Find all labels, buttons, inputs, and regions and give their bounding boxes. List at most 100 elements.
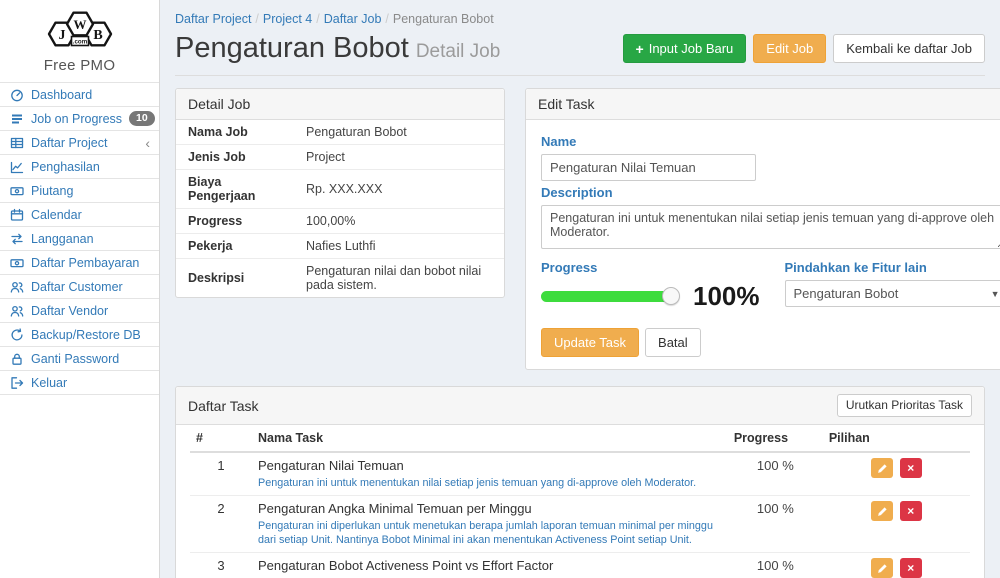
close-icon: × <box>907 462 914 474</box>
sort-priority-button-top[interactable]: Urutkan Prioritas Task <box>837 394 972 417</box>
table-icon <box>9 136 24 150</box>
task-row-name: Pengaturan Bobot Activeness Point vs Eff… <box>258 558 722 573</box>
sidebar-item-dashboard[interactable]: Dashboard <box>0 83 159 107</box>
sidebar-item-label: Daftar Pembayaran <box>31 256 139 270</box>
pencil-icon <box>877 463 888 474</box>
detail-job-panel-heading: Detail Job <box>176 89 504 120</box>
sidebar-item-label: Piutang <box>31 184 73 198</box>
table-row: 1 Pengaturan Nilai Temuan Pengaturan ini… <box>190 452 970 496</box>
lock-icon <box>9 352 24 366</box>
app-logo[interactable]: J W B .com Free PMO <box>0 0 159 82</box>
edit-task-row-button[interactable] <box>871 501 893 521</box>
detail-job-row: Nama Job Pengaturan Bobot <box>176 120 504 145</box>
task-row-name: Pengaturan Angka Minimal Temuan per Ming… <box>258 501 722 516</box>
detail-job-row: Deskripsi Pengaturan nilai dan bobot nil… <box>176 259 504 298</box>
sidebar-item-label: Keluar <box>31 376 67 390</box>
progress-column: Progress 100% <box>541 256 760 312</box>
detail-job-row: Pekerja Nafies Luthfi <box>176 234 504 259</box>
task-description-textarea[interactable]: Pengaturan ini untuk menentukan nilai se… <box>541 205 1000 249</box>
detail-row-value: 100,00% <box>294 209 504 234</box>
detail-row-label: Nama Job <box>176 120 294 145</box>
detail-row-value: Project <box>294 145 504 170</box>
calendar-icon <box>9 208 24 222</box>
sidebar-item-keluar[interactable]: Keluar <box>0 371 159 395</box>
breadcrumb-link[interactable]: Project 4 <box>263 12 312 26</box>
task-row-number: 2 <box>190 496 252 553</box>
sidebar-item-piutang[interactable]: Piutang <box>0 179 159 203</box>
task-name-input[interactable] <box>541 154 756 181</box>
breadcrumb: Daftar Project/Project 4/Daftar Job/Peng… <box>175 6 985 28</box>
sidebar-item-label: Langganan <box>31 232 94 246</box>
sidebar-item-label: Daftar Project <box>31 136 107 150</box>
progress-slider-fill <box>541 291 673 302</box>
task-row-actions: × <box>823 452 970 496</box>
detail-row-label: Progress <box>176 209 294 234</box>
sidebar-item-daftar-pembayaran[interactable]: Daftar Pembayaran <box>0 251 159 275</box>
detail-job-panel: Detail Job Nama Job Pengaturan Bobot Jen… <box>175 88 505 298</box>
edit-task-row-button[interactable] <box>871 558 893 578</box>
sidebar-item-daftar-vendor[interactable]: Daftar Vendor <box>0 299 159 323</box>
sidebar-item-calendar[interactable]: Calendar <box>0 203 159 227</box>
batal-button[interactable]: Batal <box>645 328 701 357</box>
daftar-task-panel-heading: Daftar Task Urutkan Prioritas Task <box>176 387 984 425</box>
sidebar-item-penghasilan[interactable]: Penghasilan <box>0 155 159 179</box>
name-label: Name <box>541 134 1000 149</box>
col-header-progress: Progress <box>728 425 823 452</box>
sidebar-item-label: Dashboard <box>31 88 92 102</box>
money-icon <box>9 256 24 270</box>
panels-row: Detail Job Nama Job Pengaturan Bobot Jen… <box>175 88 985 370</box>
page-title-text: Pengaturan Bobot <box>175 32 409 64</box>
detail-row-label: Deskripsi <box>176 259 294 298</box>
detail-row-value: Pengaturan Bobot <box>294 120 504 145</box>
task-row-progress: 100 % <box>728 452 823 496</box>
sidebar: J W B .com Free PMO Dashboard Job on Pro… <box>0 0 160 578</box>
description-label: Description <box>541 185 1000 200</box>
sidebar-item-ganti-password[interactable]: Ganti Password <box>0 347 159 371</box>
delete-task-row-button[interactable]: × <box>900 558 922 578</box>
task-row-description: Pengaturan ini untuk menentukan nilai se… <box>258 476 722 490</box>
task-row-actions: × <box>823 496 970 553</box>
progress-slider-handle[interactable] <box>662 287 680 305</box>
task-table-header-row: # Nama Task Progress Pilihan <box>190 425 970 452</box>
pencil-icon <box>877 506 888 517</box>
delete-task-row-button[interactable]: × <box>900 458 922 478</box>
svg-text:J: J <box>58 28 65 43</box>
sidebar-item-label: Ganti Password <box>31 352 119 366</box>
task-table-body: 1 Pengaturan Nilai Temuan Pengaturan ini… <box>190 452 970 578</box>
col-header-nama-task: Nama Task <box>252 425 728 452</box>
move-feature-select[interactable]: Pengaturan Bobot <box>785 280 1000 307</box>
daftar-task-panel: Daftar Task Urutkan Prioritas Task # Nam… <box>175 386 985 578</box>
breadcrumb-link[interactable]: Daftar Project <box>175 12 251 26</box>
sidebar-item-job-on-progress[interactable]: Job on Progress 10 <box>0 107 159 131</box>
detail-job-row: Jenis Job Project <box>176 145 504 170</box>
detail-row-label: Jenis Job <box>176 145 294 170</box>
edit-job-button[interactable]: Edit Job <box>753 34 826 63</box>
detail-row-value: Rp. XXX.XXX <box>294 170 504 209</box>
delete-task-row-button[interactable]: × <box>900 501 922 521</box>
task-row-description: Pengaturan ini diperlukan untuk menetuka… <box>258 519 722 547</box>
input-job-baru-button[interactable]: + Input Job Baru <box>623 34 747 63</box>
progress-slider[interactable] <box>541 291 673 302</box>
update-task-button[interactable]: Update Task <box>541 328 639 357</box>
move-feature-select-wrap: Pengaturan Bobot ▼ <box>785 280 1000 307</box>
status-badge: 10 <box>129 111 155 126</box>
sidebar-item-label: Calendar <box>31 208 82 222</box>
detail-job-row: Progress 100,00% <box>176 209 504 234</box>
sidebar-item-daftar-project[interactable]: Daftar Project ‹ <box>0 131 159 155</box>
table-row: 2 Pengaturan Angka Minimal Temuan per Mi… <box>190 496 970 553</box>
users-icon <box>9 280 24 294</box>
kembali-button[interactable]: Kembali ke daftar Job <box>833 34 985 63</box>
tasks-icon <box>9 112 24 126</box>
plus-icon: + <box>636 43 644 55</box>
users-icon <box>9 304 24 318</box>
breadcrumb-current: Pengaturan Bobot <box>393 12 494 26</box>
sidebar-item-backup-restore-db[interactable]: Backup/Restore DB <box>0 323 159 347</box>
sidebar-item-langganan[interactable]: Langganan <box>0 227 159 251</box>
detail-row-label: Biaya Pengerjaan <box>176 170 294 209</box>
main-content: Daftar Project/Project 4/Daftar Job/Peng… <box>160 0 1000 578</box>
breadcrumb-link[interactable]: Daftar Job <box>324 12 382 26</box>
breadcrumb-separator: / <box>381 12 392 26</box>
task-row-number: 1 <box>190 452 252 496</box>
edit-task-row-button[interactable] <box>871 458 893 478</box>
sidebar-item-daftar-customer[interactable]: Daftar Customer <box>0 275 159 299</box>
